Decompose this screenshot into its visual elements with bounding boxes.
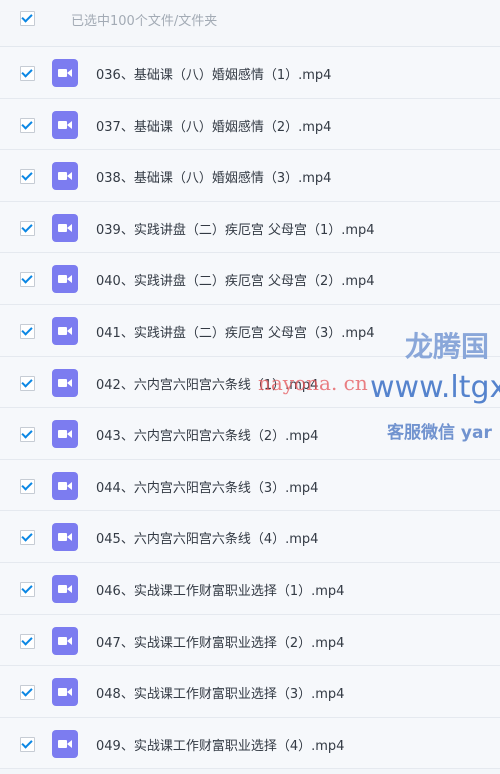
file-name[interactable]: 042、六内宫六阳宫六条线（1）.mp4	[96, 374, 318, 393]
video-file-icon	[52, 59, 78, 87]
file-checkbox[interactable]	[20, 633, 35, 649]
video-file-icon	[52, 420, 78, 449]
file-name[interactable]: 043、六内宫六阳宫六条线（2）.mp4	[96, 425, 318, 444]
video-file-icon	[52, 729, 78, 758]
file-checkbox[interactable]	[20, 427, 35, 443]
file-name[interactable]: 044、六内宫六阳宫六条线（3）.mp4	[96, 477, 318, 496]
file-name[interactable]: 046、实战课工作财富职业选择（1）.mp4	[96, 580, 344, 599]
file-row[interactable]: 045、六内宫六阳宫六条线（4）.mp4	[0, 511, 500, 563]
file-checkbox[interactable]	[20, 375, 35, 391]
file-row[interactable]: 042、六内宫六阳宫六条线（1）.mp4	[0, 356, 500, 409]
video-file-icon	[52, 471, 78, 500]
file-checkbox[interactable]	[20, 581, 35, 597]
video-file-icon	[52, 110, 78, 139]
file-name[interactable]: 047、实战课工作财富职业选择（2）.mp4	[96, 632, 344, 651]
file-row[interactable]: 037、基础课（八）婚姻感情（2）.mp4	[0, 98, 500, 151]
file-name[interactable]: 039、实践讲盘（二）疾厄宫 父母宫（1）.mp4	[96, 219, 375, 238]
selection-header: 已选中100个文件/文件夹	[0, 0, 500, 47]
file-row[interactable]: 036、基础课（八）婚姻感情（1）.mp4	[0, 47, 500, 99]
file-row[interactable]: 049、实战课工作财富职业选择（4）.mp4	[0, 717, 500, 770]
file-list: 036、基础课（八）婚姻感情（1）.mp4 037、基础课（八）婚姻感情（2）.…	[0, 47, 500, 770]
file-name[interactable]: 038、基础课（八）婚姻感情（3）.mp4	[96, 167, 331, 186]
select-all-checkbox[interactable]	[20, 11, 35, 26]
file-row[interactable]: 043、六内宫六阳宫六条线（2）.mp4	[0, 408, 500, 460]
video-file-icon	[52, 368, 78, 397]
file-checkbox[interactable]	[20, 220, 35, 236]
video-file-icon	[52, 678, 78, 707]
file-row[interactable]: 040、实践讲盘（二）疾厄宫 父母宫（2）.mp4	[0, 253, 500, 305]
file-checkbox[interactable]	[20, 117, 35, 133]
file-row[interactable]: 039、实践讲盘（二）疾厄宫 父母宫（1）.mp4	[0, 201, 500, 254]
file-checkbox[interactable]	[20, 66, 35, 81]
file-row[interactable]: 048、实战课工作财富职业选择（3）.mp4	[0, 666, 500, 718]
selection-count-label: 已选中100个文件/文件夹	[71, 14, 218, 29]
file-name[interactable]: 045、六内宫六阳宫六条线（4）.mp4	[96, 528, 318, 547]
file-checkbox[interactable]	[20, 272, 35, 288]
file-checkbox[interactable]	[20, 169, 35, 185]
file-checkbox[interactable]	[20, 323, 35, 339]
file-row[interactable]: 044、六内宫六阳宫六条线（3）.mp4	[0, 459, 500, 512]
video-file-icon	[52, 213, 78, 242]
video-file-icon	[52, 574, 78, 603]
file-name[interactable]: 041、实践讲盘（二）疾厄宫 父母宫（3）.mp4	[96, 322, 375, 341]
video-file-icon	[52, 265, 78, 294]
file-row[interactable]: 041、实践讲盘（二）疾厄宫 父母宫（3）.mp4	[0, 304, 500, 357]
file-row[interactable]: 047、实战课工作财富职业选择（2）.mp4	[0, 614, 500, 667]
video-file-icon	[52, 523, 78, 552]
file-name[interactable]: 036、基础课（八）婚姻感情（1）.mp4	[96, 64, 331, 83]
file-checkbox[interactable]	[20, 530, 35, 546]
file-row[interactable]: 038、基础课（八）婚姻感情（3）.mp4	[0, 150, 500, 202]
file-name[interactable]: 040、实践讲盘（二）疾厄宫 父母宫（2）.mp4	[96, 270, 375, 289]
video-file-icon	[52, 626, 78, 655]
video-file-icon	[52, 316, 78, 345]
video-file-icon	[52, 162, 78, 191]
file-name[interactable]: 048、实战课工作财富职业选择（3）.mp4	[96, 683, 344, 702]
file-name[interactable]: 037、基础课（八）婚姻感情（2）.mp4	[96, 116, 331, 135]
file-checkbox[interactable]	[20, 478, 35, 494]
file-checkbox[interactable]	[20, 685, 35, 701]
file-name[interactable]: 049、实战课工作财富职业选择（4）.mp4	[96, 735, 344, 754]
file-row[interactable]: 046、实战课工作财富职业选择（1）.mp4	[0, 562, 500, 615]
file-checkbox[interactable]	[20, 736, 35, 752]
